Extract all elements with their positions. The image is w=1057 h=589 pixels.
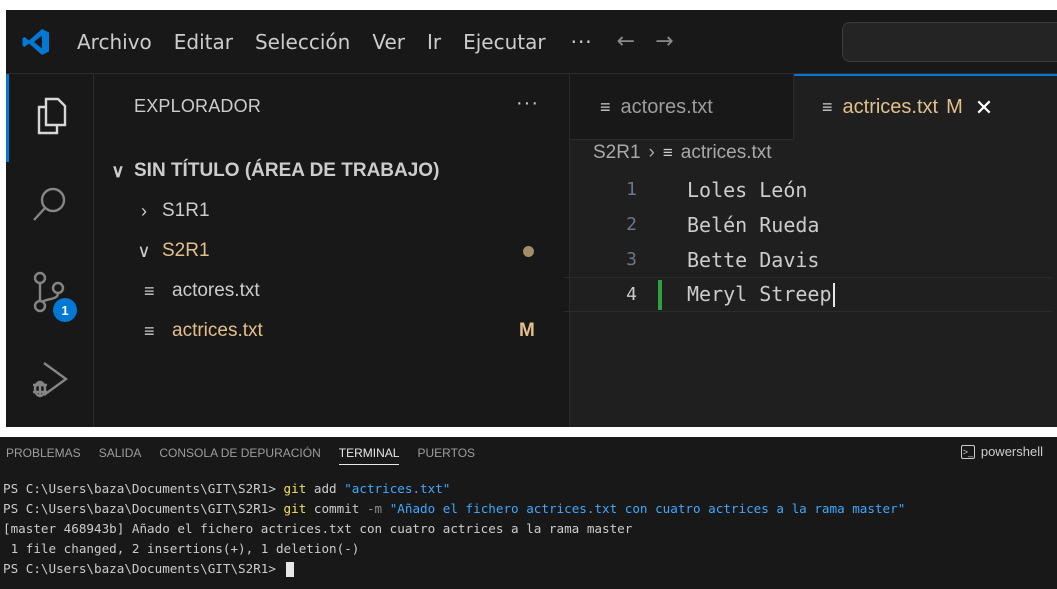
go-forward-button[interactable]: → (645, 29, 683, 54)
line-text: Belén Rueda (687, 212, 820, 237)
explorer-more-button[interactable]: ··· (516, 92, 539, 115)
file-actrices[interactable]: ≡ actrices.txt M (94, 312, 569, 350)
text-file-icon: ≡ (600, 96, 611, 117)
workspace-label: SIN TÍTULO (ÁREA DE TRABAJO) (134, 160, 440, 181)
run-debug-icon (30, 359, 70, 405)
chevron-down-icon: ∨ (137, 240, 151, 261)
editor-tabs: ≡ actores.txt ≡ actrices.txt M ✕ (570, 74, 1057, 140)
file-actores[interactable]: ≡ actores.txt (94, 272, 569, 310)
tab-modified-badge: M (946, 96, 963, 118)
code-line: 2 Belén Rueda (564, 207, 1051, 242)
menu-archivo[interactable]: Archivo (66, 10, 163, 74)
tab-consola-depuracion[interactable]: CONSOLA DE DEPURACIÓN (150, 437, 329, 469)
tab-actrices[interactable]: ≡ actrices.txt M ✕ (794, 74, 1057, 140)
line-text: Meryl Streep (687, 281, 832, 306)
code-line: 1 Loles León (564, 172, 1051, 207)
line-number: 1 (626, 179, 637, 200)
command-flag: -m (366, 501, 383, 516)
tab-actores[interactable]: ≡ actores.txt (570, 74, 794, 140)
menu-editar[interactable]: Editar (163, 10, 244, 74)
search-icon (30, 184, 70, 228)
chevron-down-icon: ∨ (111, 160, 125, 181)
search-activity-button[interactable] (6, 162, 94, 250)
menu-bar: Archivo Editar Selección Ver Ir Ejecutar… (6, 10, 1057, 74)
folder-label: S2R1 (162, 240, 210, 261)
breadcrumb: S2R1 › ≡ actrices.txt (593, 138, 772, 168)
tab-problemas[interactable]: PROBLEMAS (0, 437, 90, 469)
tab-terminal[interactable]: TERMINAL (330, 437, 409, 469)
menu-ejecutar[interactable]: Ejecutar (452, 10, 557, 74)
text-file-icon: ≡ (662, 143, 673, 162)
menu-more-button[interactable]: ··· (557, 30, 607, 54)
shell-name: powershell (980, 444, 1043, 459)
tab-label: actrices.txt (842, 96, 939, 118)
modified-status-badge: M (519, 320, 535, 341)
terminal-output[interactable]: PS C:\Users\baza\Documents\GIT\S2R1> git… (0, 479, 1057, 579)
terminal-line: PS C:\Users\baza\Documents\GIT\S2R1> git… (0, 499, 1057, 519)
text-file-icon: ≡ (144, 320, 155, 341)
command-text: commit (306, 501, 367, 516)
code-line-current: 4 Meryl Streep (564, 277, 1051, 312)
command-text: add (306, 481, 345, 496)
line-number: 4 (626, 284, 637, 305)
breadcrumb-separator: › (648, 142, 655, 163)
line-number: 2 (626, 214, 637, 235)
folder-s1r1[interactable]: › S1R1 (94, 192, 569, 230)
terminal-line: [master 468943b] Añado el fichero actric… (3, 521, 633, 536)
line-text-wrapper: Meryl Streep (651, 282, 835, 308)
terminal-prompt: PS C:\Users\baza\Documents\GIT\S2R1> (3, 501, 284, 516)
tab-puertos[interactable]: PUERTOS (408, 437, 484, 469)
terminal-cursor (285, 562, 294, 577)
code-editor[interactable]: 1 Loles León 2 Belén Rueda 3 Bette Davis… (564, 172, 1051, 417)
terminal-prompt: PS C:\Users\baza\Documents\GIT\S2R1> (3, 481, 284, 496)
menu-seleccion[interactable]: Selección (244, 10, 361, 74)
breadcrumb-file[interactable]: actrices.txt (681, 142, 772, 164)
menu-ir[interactable]: Ir (416, 10, 452, 74)
folder-label: S1R1 (162, 200, 210, 221)
text-file-icon: ≡ (822, 97, 833, 117)
line-text: Bette Davis (687, 247, 820, 272)
workspace-root[interactable]: ∨ SIN TÍTULO (ÁREA DE TRABAJO) (94, 152, 569, 190)
tab-label: actores.txt (620, 95, 713, 118)
bottom-panel: PROBLEMAS SALIDA CONSOLA DE DEPURACIÓN T… (0, 437, 1057, 589)
files-icon (35, 96, 69, 140)
chevron-right-icon: › (141, 200, 147, 221)
panel-tabs: PROBLEMAS SALIDA CONSOLA DE DEPURACIÓN T… (0, 437, 1057, 469)
file-label: actores.txt (172, 280, 260, 301)
command-center-search[interactable] (842, 22, 1057, 62)
terminal-line: 1 file changed, 2 insertions(+), 1 delet… (3, 541, 360, 556)
close-tab-button[interactable]: ✕ (975, 95, 993, 121)
explorer-title: EXPLORADOR (134, 96, 262, 116)
command-git: git (283, 501, 307, 516)
gutter-added-marker (658, 280, 662, 310)
command-string: "Añado el fichero actrices.txt con cuatr… (382, 501, 906, 516)
text-file-icon: ≡ (144, 280, 155, 301)
line-number: 3 (626, 249, 637, 270)
run-debug-activity-button[interactable] (6, 338, 94, 426)
activity-bar: 1 (6, 74, 94, 427)
scm-changes-badge: 1 (53, 298, 77, 322)
file-label: actrices.txt (172, 320, 263, 341)
folder-s2r1[interactable]: ∨ S2R1 (94, 232, 569, 270)
code-line: 3 Bette Davis (564, 242, 1051, 277)
shell-selector[interactable]: >_ powershell (960, 444, 1043, 459)
command-string: "actrices.txt" (344, 481, 451, 496)
explorer-activity-button[interactable] (6, 74, 94, 162)
modified-dot-icon (523, 246, 534, 257)
line-text: Loles León (687, 177, 808, 202)
command-git: git (283, 481, 307, 496)
terminal-line: PS C:\Users\baza\Documents\GIT\S2R1> git… (0, 479, 1057, 499)
explorer-sidebar: EXPLORADOR ··· ∨ SIN TÍTULO (ÁREA DE TRA… (94, 74, 570, 427)
tab-salida[interactable]: SALIDA (90, 437, 151, 469)
terminal-line: PS C:\Users\baza\Documents\GIT\S2R1> (0, 559, 1057, 579)
terminal-prompt: PS C:\Users\baza\Documents\GIT\S2R1> (3, 561, 284, 576)
terminal-icon: >_ (960, 444, 975, 459)
text-cursor (832, 283, 835, 308)
vscode-logo-icon (6, 10, 66, 74)
menu-ver[interactable]: Ver (361, 10, 416, 74)
go-back-button[interactable]: ← (607, 29, 645, 54)
source-control-activity-button[interactable]: 1 (6, 250, 94, 338)
breadcrumb-folder[interactable]: S2R1 (593, 142, 641, 164)
